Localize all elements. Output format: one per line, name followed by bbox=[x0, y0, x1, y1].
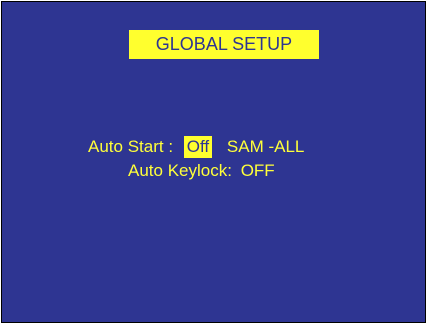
auto-start-alternate-value[interactable]: SAM -ALL bbox=[227, 136, 304, 158]
auto-start-label: Auto Start : bbox=[88, 137, 174, 156]
auto-start-selected-value[interactable]: Off bbox=[183, 136, 213, 158]
auto-keylock-label: Auto Keylock: bbox=[128, 161, 232, 180]
auto-keylock-value[interactable]: OFF bbox=[241, 160, 275, 182]
auto-start-setting-row[interactable]: Auto Start : Off SAM -ALL bbox=[88, 136, 304, 158]
auto-keylock-setting-row[interactable]: Auto Keylock: OFF bbox=[128, 160, 275, 182]
page-title: GLOBAL SETUP bbox=[129, 30, 319, 59]
global-setup-screen: GLOBAL SETUP Auto Start : Off SAM -ALL A… bbox=[1, 1, 426, 323]
